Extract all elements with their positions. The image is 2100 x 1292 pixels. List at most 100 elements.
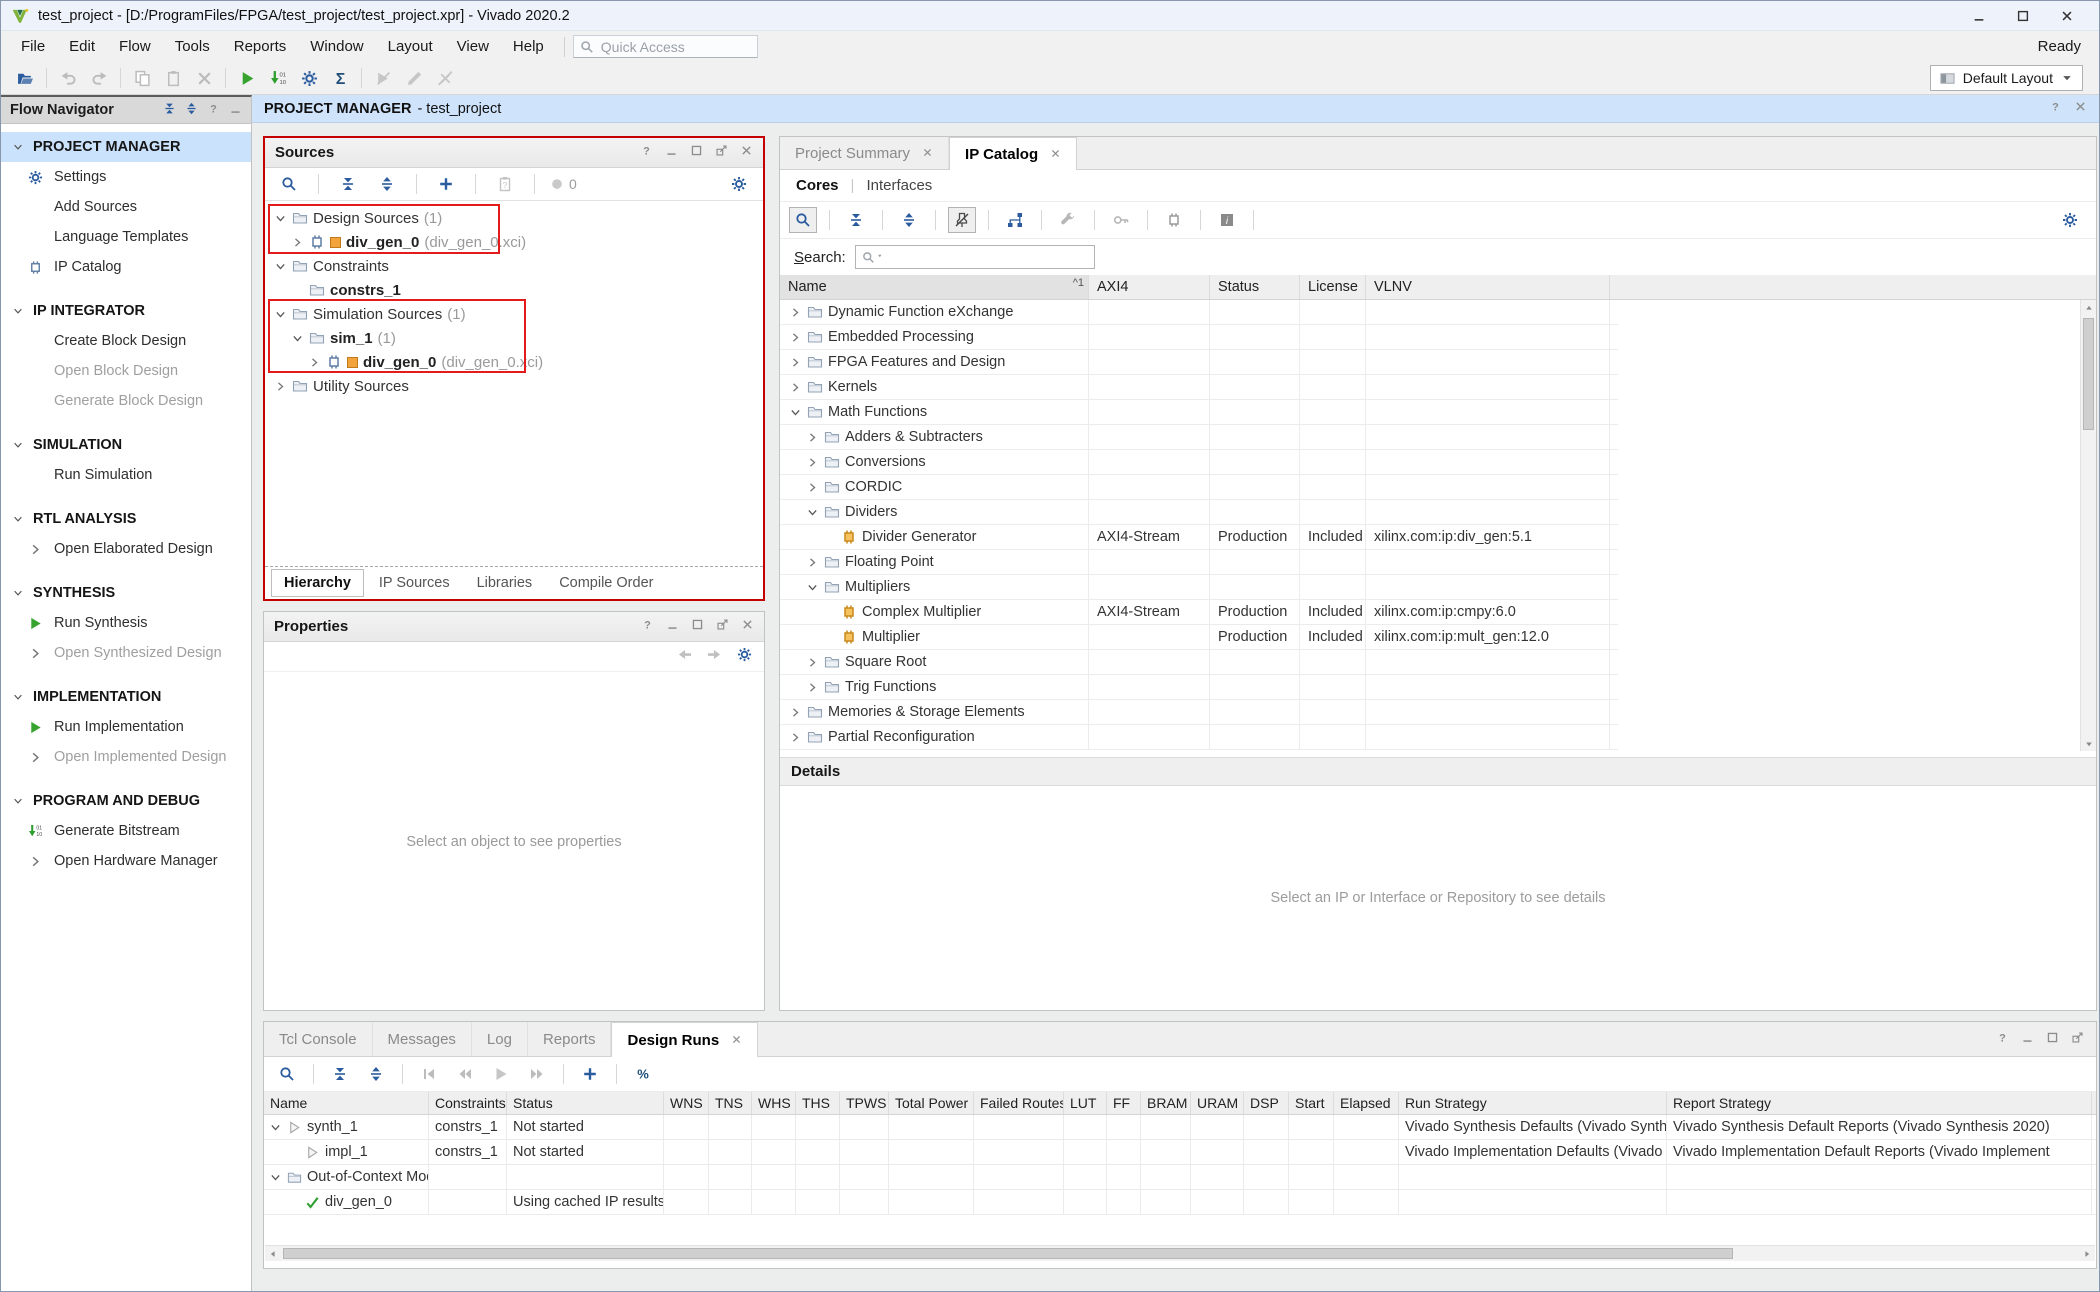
- maximize-button[interactable]: [2001, 2, 2045, 30]
- expand-all-button[interactable]: [895, 207, 923, 233]
- ip-catalog-row[interactable]: Partial Reconfiguration: [780, 725, 1618, 750]
- open-project-button[interactable]: [11, 65, 39, 91]
- panel-maximize-button[interactable]: [2046, 1031, 2059, 1048]
- step-prev-button[interactable]: [451, 1061, 479, 1087]
- horizontal-scrollbar[interactable]: [265, 1245, 2095, 1261]
- flownav-item-generate-block-design[interactable]: Generate Block Design: [1, 386, 251, 416]
- close-tab-button[interactable]: [922, 146, 933, 161]
- panel-settings-button[interactable]: [725, 171, 753, 197]
- ip-catalog-row[interactable]: Multipliers: [780, 575, 1618, 600]
- scroll-up-button[interactable]: [2081, 300, 2096, 315]
- menu-tools[interactable]: Tools: [163, 34, 222, 59]
- menu-flow[interactable]: Flow: [107, 34, 163, 59]
- info-button[interactable]: i: [1213, 207, 1241, 233]
- flownav-item-open-hardware-manager[interactable]: Open Hardware Manager: [1, 846, 251, 876]
- quick-access-search[interactable]: Quick Access: [573, 35, 758, 58]
- step-next-button[interactable]: [523, 1061, 551, 1087]
- properties-help-button[interactable]: ?: [641, 618, 654, 635]
- sources-minimize-button[interactable]: [665, 144, 678, 161]
- flownav-section-simulation[interactable]: SIMULATION: [1, 430, 251, 460]
- search-button[interactable]: [273, 1061, 301, 1087]
- customize-button[interactable]: [1054, 207, 1082, 233]
- flownav-item-generate-bitstream[interactable]: 0110Generate Bitstream: [1, 816, 251, 846]
- tab-compile-order[interactable]: Compile Order: [547, 570, 665, 596]
- expander-icon[interactable]: [273, 260, 287, 273]
- paste-button[interactable]: [159, 65, 187, 91]
- tab-design-runs[interactable]: Design Runs: [611, 1022, 758, 1057]
- expander-icon[interactable]: [273, 308, 287, 321]
- close-button[interactable]: [2045, 2, 2089, 30]
- flownav-section-implementation[interactable]: IMPLEMENTATION: [1, 682, 251, 712]
- column-header-tns[interactable]: TNS: [709, 1092, 752, 1114]
- tab-reports[interactable]: Reports: [528, 1022, 612, 1056]
- step-first-button[interactable]: [415, 1061, 443, 1087]
- column-header-elapsed[interactable]: Elapsed: [1334, 1092, 1399, 1114]
- generate-bitstream-button[interactable]: 0110: [264, 65, 292, 91]
- vertical-scrollbar[interactable]: [2080, 300, 2096, 751]
- sources-help-button[interactable]: ?: [640, 144, 653, 161]
- step-play-button[interactable]: [487, 1061, 515, 1087]
- menu-file[interactable]: File: [9, 34, 57, 59]
- column-header-axi4[interactable]: AXI4: [1089, 275, 1210, 299]
- column-header-failed-routes[interactable]: Failed Routes: [974, 1092, 1064, 1114]
- expander-icon[interactable]: [805, 556, 819, 569]
- ip-catalog-row[interactable]: MultiplierProductionIncludedxilinx.com:i…: [780, 625, 1618, 650]
- expander-icon[interactable]: [268, 1171, 282, 1184]
- flownav-item-open-elaborated-design[interactable]: Open Elaborated Design: [1, 534, 251, 564]
- ip-catalog-row[interactable]: Dividers: [780, 500, 1618, 525]
- ip-catalog-row[interactable]: Dynamic Function eXchange: [780, 300, 1618, 325]
- ip-catalog-row[interactable]: Memories & Storage Elements: [780, 700, 1618, 725]
- tab-project-summary[interactable]: Project Summary: [780, 137, 949, 169]
- sources-float-button[interactable]: [715, 144, 728, 161]
- tab-interfaces[interactable]: Interfaces: [866, 177, 932, 194]
- menu-view[interactable]: View: [445, 34, 501, 59]
- expander-icon[interactable]: [788, 706, 802, 719]
- tab-ip-catalog[interactable]: IP Catalog: [949, 137, 1077, 170]
- scroll-down-button[interactable]: [2081, 736, 2096, 751]
- add-button[interactable]: [576, 1061, 604, 1087]
- tab-libraries[interactable]: Libraries: [465, 570, 545, 596]
- ip-status-button[interactable]: [1160, 207, 1188, 233]
- cancel-disabled-button[interactable]: [431, 65, 459, 91]
- menu-edit[interactable]: Edit: [57, 34, 107, 59]
- close-tab-button[interactable]: [1050, 147, 1061, 162]
- ip-catalog-row[interactable]: Divider GeneratorAXI4-StreamProductionIn…: [780, 525, 1618, 550]
- workspace-close-button[interactable]: [2074, 100, 2087, 117]
- close-tab-button[interactable]: [731, 1033, 742, 1048]
- expand-all-button[interactable]: [373, 171, 401, 197]
- scroll-left-button[interactable]: [265, 1246, 281, 1261]
- flownav-item-ip-catalog[interactable]: IP Catalog: [1, 252, 251, 282]
- column-header-dsp[interactable]: DSP: [1244, 1092, 1289, 1114]
- sources-tree-row[interactable]: sim_1(1): [265, 326, 763, 350]
- forward-button[interactable]: [707, 647, 722, 666]
- ip-catalog-row[interactable]: Square Root: [780, 650, 1618, 675]
- ip-catalog-row[interactable]: Complex MultiplierAXI4-StreamProductionI…: [780, 600, 1618, 625]
- column-header-lut[interactable]: LUT: [1064, 1092, 1107, 1114]
- tab-tcl-console[interactable]: Tcl Console: [264, 1022, 373, 1056]
- collapse-all-button[interactable]: [842, 207, 870, 233]
- panel-help-button[interactable]: ?: [1996, 1031, 2009, 1048]
- expander-icon[interactable]: [268, 1121, 282, 1134]
- properties-maximize-button[interactable]: [691, 618, 704, 635]
- column-header-uram[interactable]: URAM: [1191, 1092, 1244, 1114]
- column-header-bram[interactable]: BRAM: [1141, 1092, 1191, 1114]
- flownav-section-program-and-debug[interactable]: PROGRAM AND DEBUG: [1, 786, 251, 816]
- edit-disabled-button[interactable]: [400, 65, 428, 91]
- column-header-name[interactable]: Name: [264, 1092, 429, 1114]
- menu-reports[interactable]: Reports: [222, 34, 299, 59]
- license-button[interactable]: [1107, 207, 1135, 233]
- expander-icon[interactable]: [788, 306, 802, 319]
- flownav-item-open-synthesized-design[interactable]: Open Synthesized Design: [1, 638, 251, 668]
- hide-incompatible-button[interactable]: [948, 207, 976, 233]
- menu-window[interactable]: Window: [298, 34, 375, 59]
- ip-catalog-row[interactable]: CORDIC: [780, 475, 1618, 500]
- design-run-row[interactable]: div_gen_0Using cached IP results: [264, 1190, 2096, 1215]
- ip-catalog-row[interactable]: Adders & Subtracters: [780, 425, 1618, 450]
- ip-catalog-row[interactable]: Math Functions: [780, 400, 1618, 425]
- back-button[interactable]: [677, 647, 692, 666]
- redo-button[interactable]: [85, 65, 113, 91]
- flownav-help-button[interactable]: ?: [207, 102, 220, 119]
- expander-icon[interactable]: [805, 506, 819, 519]
- panel-settings-button[interactable]: [2056, 207, 2084, 233]
- expander-icon[interactable]: [788, 381, 802, 394]
